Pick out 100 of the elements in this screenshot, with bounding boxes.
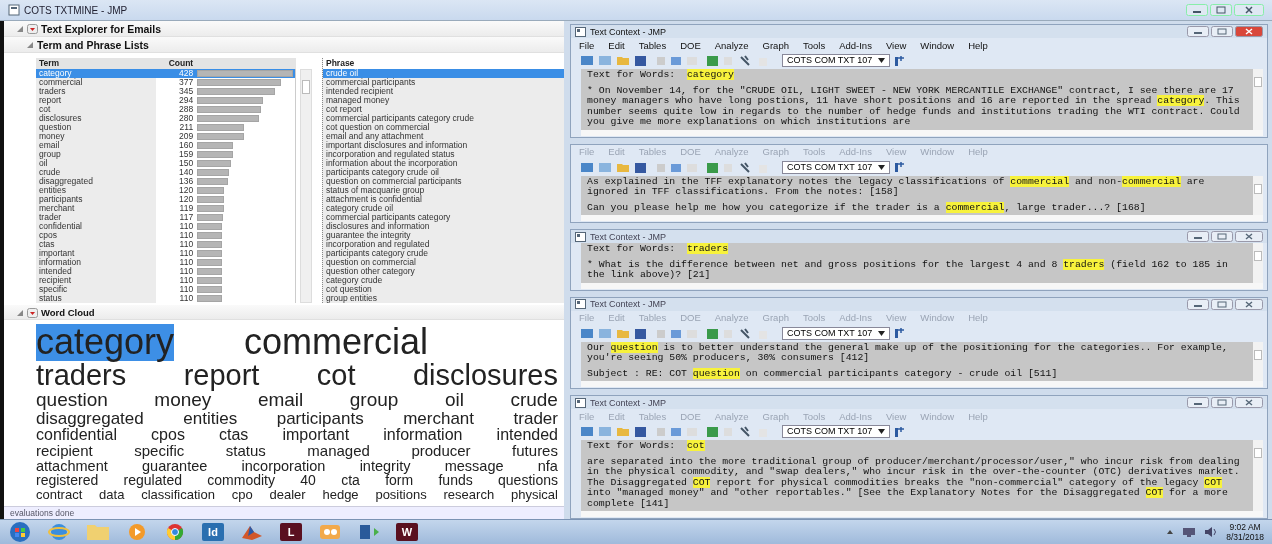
phrase-cell[interactable]: email and any attachment <box>323 132 564 141</box>
term-cell[interactable]: traders <box>36 87 156 96</box>
table-dropdown[interactable]: COTS COM TXT 107 <box>782 54 891 67</box>
term-cell[interactable]: question <box>36 123 156 132</box>
cloud-word[interactable]: registered <box>36 473 99 488</box>
arrow-app-icon[interactable] <box>358 522 380 542</box>
cloud-word[interactable]: oil <box>444 390 464 410</box>
menu-item[interactable]: DOE <box>680 39 701 51</box>
cloud-word[interactable]: incorporation <box>241 458 326 474</box>
text-area[interactable] <box>581 69 1263 130</box>
cloud-word[interactable]: hedge <box>322 487 359 501</box>
column-header[interactable]: Count <box>155 58 196 69</box>
term-cell[interactable]: oil <box>36 159 156 168</box>
cloud-word[interactable]: cpo <box>231 487 253 501</box>
phrase-cell[interactable]: commercial participants <box>323 78 564 87</box>
cloud-word[interactable]: producer <box>411 443 471 459</box>
cloud-word[interactable]: commodity <box>207 473 275 488</box>
term-cell[interactable]: intended <box>36 267 156 276</box>
phrase-cell[interactable]: attachment is confidential <box>323 195 564 204</box>
cloud-word[interactable]: 40 <box>300 473 316 488</box>
menu-item[interactable]: Add-Ins <box>839 39 872 51</box>
menu-item[interactable]: Tables <box>638 39 667 51</box>
maximize-icon[interactable] <box>1211 26 1233 37</box>
cloud-word[interactable]: disaggregated <box>36 409 144 427</box>
cloud-word[interactable]: positions <box>375 487 427 501</box>
cloud-word[interactable]: dealer <box>269 487 306 501</box>
phrase-cell[interactable]: cot question <box>323 285 564 294</box>
cloud-word[interactable]: form <box>385 473 414 488</box>
cloud-word[interactable]: data <box>99 487 125 501</box>
cloud-word[interactable]: futures <box>512 443 558 459</box>
tray-arrow-icon[interactable] <box>1166 528 1175 536</box>
phrase-cell[interactable]: question on commercial <box>323 258 564 267</box>
network-icon[interactable] <box>1182 526 1197 538</box>
pin-icon[interactable] <box>893 54 906 67</box>
cloud-word[interactable]: contract <box>36 487 83 501</box>
term-cell[interactable]: specific <box>36 285 156 294</box>
cloud-word[interactable]: classification <box>141 487 215 501</box>
menu-item[interactable]: Help <box>968 39 988 51</box>
scrollbar[interactable] <box>1253 69 1263 130</box>
term-cell[interactable]: participants <box>36 195 156 204</box>
cloud-word[interactable]: nfa <box>537 458 558 474</box>
cloud-word[interactable]: integrity <box>359 458 411 474</box>
cloud-word[interactable]: email <box>257 390 304 410</box>
term-cell[interactable]: recipient <box>36 276 156 285</box>
cloud-word[interactable]: disclosures <box>412 360 558 391</box>
minimize-icon[interactable] <box>1187 26 1209 37</box>
term-cell[interactable]: important <box>36 249 156 258</box>
phrase-cell[interactable]: disclosures and information <box>323 222 564 231</box>
cloud-word[interactable]: question <box>36 390 108 410</box>
clock-time[interactable]: 9:02 AM <box>1229 522 1261 532</box>
phrase-cell[interactable]: important disclosures and information <box>323 141 564 150</box>
app-icon[interactable]: Id <box>202 523 224 541</box>
app-icon[interactable]: W <box>396 523 418 541</box>
phrase-cell[interactable]: incorporation and regulated <box>323 240 564 249</box>
menu-item[interactable]: Tools <box>802 39 826 51</box>
cloud-word[interactable]: entities <box>183 409 238 427</box>
cloud-word[interactable]: research <box>443 487 495 501</box>
close-icon[interactable] <box>1235 26 1263 37</box>
cloud-word[interactable]: specific <box>134 443 185 459</box>
cloud-word[interactable]: physical <box>510 487 558 501</box>
disclosure-icon[interactable] <box>16 308 24 317</box>
menu-item[interactable]: View <box>885 39 907 51</box>
cloud-word[interactable]: recipient <box>36 443 93 459</box>
phrase-cell[interactable]: incorporation and regulated status <box>323 150 564 159</box>
phrase-cell[interactable]: cot question on commercial <box>323 123 564 132</box>
cloud-word[interactable]: ctas <box>219 427 249 444</box>
cloud-word[interactable]: guarantee <box>142 458 208 474</box>
term-cell[interactable]: cot <box>36 105 156 114</box>
cloud-word[interactable]: cot <box>316 360 356 391</box>
speaker-icon[interactable] <box>1204 526 1219 538</box>
phrase-cell[interactable]: commercial participants category <box>323 213 564 222</box>
cloud-word[interactable]: cta <box>341 473 360 488</box>
cloud-word[interactable]: category <box>36 324 175 361</box>
term-cell[interactable]: ctas <box>36 240 156 249</box>
app-icon[interactable]: L <box>280 523 302 541</box>
dropdown-menu-icon[interactable] <box>27 24 38 34</box>
start-button[interactable] <box>8 521 32 543</box>
term-cell[interactable]: trader <box>36 213 156 222</box>
term-cell[interactable]: information <box>36 258 156 267</box>
cloud-word[interactable]: information <box>383 427 463 444</box>
cloud-word[interactable]: funds <box>438 473 473 488</box>
term-cell[interactable]: cpos <box>36 231 156 240</box>
term-cell[interactable]: crude <box>36 168 156 177</box>
dropdown-menu-icon[interactable] <box>27 307 38 318</box>
phrase-cell[interactable]: question other category <box>323 267 564 276</box>
cloud-word[interactable]: group <box>349 390 399 410</box>
menu-item[interactable]: Edit <box>608 39 625 51</box>
phrase-cell[interactable]: cot report <box>323 105 564 114</box>
phrase-cell[interactable]: category crude <box>323 276 564 285</box>
phrase-cell[interactable]: guarantee the integrity <box>323 231 564 240</box>
cloud-word[interactable]: merchant <box>403 409 475 427</box>
column-header[interactable]: Term <box>36 58 156 69</box>
term-cell[interactable]: disclosures <box>36 114 156 123</box>
term-cell[interactable]: report <box>36 96 156 105</box>
phrase-cell[interactable]: participants category crude oil <box>323 168 564 177</box>
phrase-cell[interactable]: commercial participants category crude <box>323 114 564 123</box>
cloud-word[interactable]: important <box>282 427 350 444</box>
cloud-word[interactable]: managed <box>307 443 370 459</box>
phrase-cell[interactable]: category crude oil <box>323 204 564 213</box>
cloud-word[interactable]: status <box>225 443 266 459</box>
